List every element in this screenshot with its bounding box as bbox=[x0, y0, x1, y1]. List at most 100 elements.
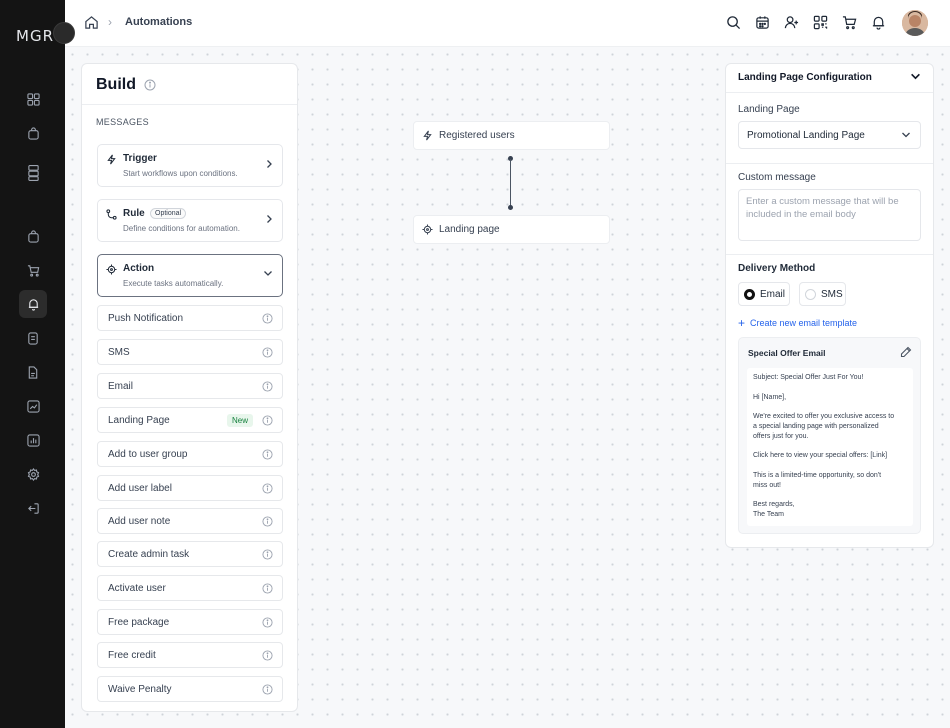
top-bar: › Automations bbox=[65, 0, 950, 47]
qr-code-icon[interactable] bbox=[813, 15, 828, 30]
nav-cart[interactable] bbox=[19, 256, 47, 284]
template-line: miss out! bbox=[753, 481, 782, 489]
template-line: a special landing page with personalized bbox=[753, 422, 879, 430]
optional-badge: Optional bbox=[150, 208, 187, 219]
nav-products[interactable] bbox=[19, 119, 47, 147]
pencil-icon[interactable] bbox=[900, 346, 912, 358]
action-item-free-package[interactable]: Free package bbox=[97, 609, 283, 635]
sidebar-collapse-button[interactable] bbox=[53, 22, 75, 44]
info-icon[interactable] bbox=[262, 313, 273, 324]
radio-label: Email bbox=[760, 289, 786, 300]
template-line: offers just for you. bbox=[753, 432, 809, 440]
template-gap bbox=[753, 442, 907, 452]
stack-icon bbox=[27, 165, 39, 181]
step-description: Start workflows upon conditions. bbox=[123, 169, 238, 178]
template-line: This is a limited-time opportunity, so d… bbox=[753, 471, 882, 479]
search-icon[interactable] bbox=[726, 15, 741, 30]
delivery-method-label: Delivery Method bbox=[738, 263, 816, 274]
template-line: We're excited to offer you exclusive acc… bbox=[753, 413, 895, 421]
info-icon[interactable] bbox=[262, 415, 273, 426]
nav-analytics[interactable] bbox=[19, 392, 47, 420]
action-item-email[interactable]: Email bbox=[97, 373, 283, 399]
action-item-create-admin-task[interactable]: Create admin task bbox=[97, 541, 283, 567]
connector-dot-bottom[interactable] bbox=[508, 205, 513, 210]
action-item-add-to-user-group[interactable]: Add to user group bbox=[97, 441, 283, 467]
flow-node-action[interactable]: Landing page bbox=[413, 215, 610, 244]
nav-settings[interactable] bbox=[19, 460, 47, 488]
template-line: Subject: Special Offer Just For You! bbox=[753, 374, 864, 381]
action-item-sms[interactable]: SMS bbox=[97, 339, 283, 365]
template-body: Subject: Special Offer Just For You! Hi … bbox=[747, 368, 913, 526]
action-item-add-user-label[interactable]: Add user label bbox=[97, 475, 283, 501]
nav-dashboard[interactable] bbox=[19, 85, 47, 113]
action-label: Waive Penalty bbox=[108, 684, 172, 695]
action-item-landing-page[interactable]: Landing Page New bbox=[97, 407, 283, 433]
calendar-icon[interactable] bbox=[755, 15, 770, 30]
nav-files[interactable] bbox=[19, 358, 47, 386]
user-avatar[interactable] bbox=[902, 10, 928, 36]
info-icon[interactable] bbox=[262, 583, 273, 594]
landing-page-label: Landing Page bbox=[738, 104, 800, 115]
info-icon[interactable] bbox=[262, 650, 273, 661]
nav-reports[interactable] bbox=[19, 426, 47, 454]
nav-inventory[interactable] bbox=[19, 159, 47, 187]
nav-orders[interactable] bbox=[19, 222, 47, 250]
nav-logout[interactable] bbox=[19, 494, 47, 522]
custom-message-label: Custom message bbox=[738, 172, 816, 183]
info-icon[interactable] bbox=[262, 483, 273, 494]
build-title: Build bbox=[96, 76, 136, 93]
email-template-card[interactable]: Special Offer Email Subject: Special Off… bbox=[738, 337, 921, 534]
info-icon[interactable] bbox=[262, 549, 273, 560]
notification-bell-icon[interactable] bbox=[871, 15, 886, 30]
config-divider bbox=[726, 92, 933, 93]
step-description: Define conditions for automation. bbox=[123, 224, 240, 233]
action-item-activate-user[interactable]: Activate user bbox=[97, 575, 283, 601]
home-icon[interactable] bbox=[84, 15, 99, 30]
info-icon[interactable] bbox=[262, 449, 273, 460]
step-title: Rule bbox=[123, 208, 145, 219]
info-icon[interactable] bbox=[144, 79, 156, 91]
build-panel: Build MESSAGES Trigger Start workflows u… bbox=[81, 63, 298, 712]
create-template-label: Create new email template bbox=[750, 318, 858, 328]
build-divider bbox=[82, 104, 297, 105]
info-icon[interactable] bbox=[262, 684, 273, 695]
gear-icon bbox=[27, 467, 39, 481]
step-description: Execute tasks automatically. bbox=[123, 279, 224, 288]
step-action[interactable]: Action Execute tasks automatically. bbox=[97, 254, 283, 297]
action-label: SMS bbox=[108, 347, 130, 358]
step-trigger[interactable]: Trigger Start workflows upon conditions. bbox=[97, 144, 283, 187]
lightning-icon bbox=[423, 130, 432, 141]
config-panel: Landing Page Configuration Landing Page … bbox=[725, 63, 934, 548]
template-gap bbox=[753, 491, 907, 501]
breadcrumb-separator: › bbox=[108, 15, 112, 29]
info-icon[interactable] bbox=[262, 516, 273, 527]
info-icon[interactable] bbox=[262, 347, 273, 358]
flow-node-label: Registered users bbox=[439, 130, 515, 141]
action-item-push-notification[interactable]: Push Notification bbox=[97, 305, 283, 331]
flow-node-trigger[interactable]: Registered users bbox=[413, 121, 610, 150]
delivery-option-sms[interactable]: SMS bbox=[799, 282, 846, 306]
radio-selected-icon bbox=[744, 289, 755, 300]
cart-icon[interactable] bbox=[842, 15, 857, 30]
template-line: Click here to view your special offers: … bbox=[753, 452, 888, 460]
template-line: The Team bbox=[753, 511, 784, 519]
step-rule[interactable]: Rule Optional Define conditions for auto… bbox=[97, 199, 283, 242]
action-item-add-user-note[interactable]: Add user note bbox=[97, 508, 283, 534]
action-label: Free package bbox=[108, 617, 170, 628]
delivery-option-email[interactable]: Email bbox=[738, 282, 790, 306]
landing-page-select[interactable]: Promotional Landing Page bbox=[738, 121, 921, 149]
action-item-free-credit[interactable]: Free credit bbox=[97, 642, 283, 668]
chevron-right-icon bbox=[267, 160, 272, 168]
template-title: Special Offer Email bbox=[748, 348, 826, 358]
info-icon[interactable] bbox=[262, 381, 273, 392]
nav-documents[interactable] bbox=[19, 324, 47, 352]
nav-automations[interactable] bbox=[19, 290, 47, 318]
custom-message-textarea[interactable]: Enter a custom message that will be incl… bbox=[738, 189, 921, 241]
action-item-waive-penalty[interactable]: Waive Penalty bbox=[97, 676, 283, 702]
info-icon[interactable] bbox=[262, 617, 273, 628]
add-user-icon[interactable] bbox=[784, 15, 799, 30]
branch-icon bbox=[106, 209, 117, 220]
create-template-link[interactable]: + Create new email template bbox=[738, 315, 858, 330]
chevron-down-icon[interactable] bbox=[910, 72, 921, 81]
flow-node-label: Landing page bbox=[439, 224, 500, 235]
